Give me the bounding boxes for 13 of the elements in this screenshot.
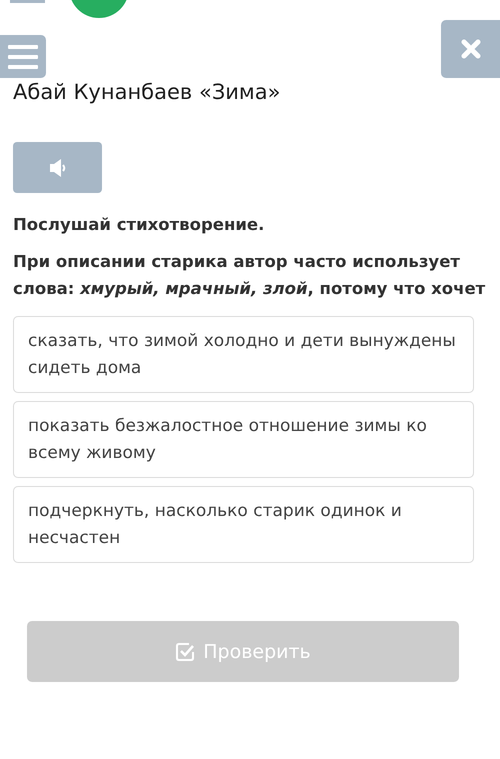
answer-option[interactable]: показать безжалостное отношение зимы ко всему живому [13, 401, 474, 478]
answer-option[interactable]: подчеркнуть, насколько старик одинок и несчастен [13, 486, 474, 563]
menu-icon [8, 44, 38, 68]
audio-button[interactable] [13, 142, 102, 193]
menu-button[interactable] [0, 35, 46, 78]
instruction-text: Послушай стихотворение. [13, 215, 266, 234]
close-button[interactable] [441, 20, 500, 78]
speaker-icon [50, 158, 66, 178]
question-text: При описании старика автор часто использует слова: хмурый, мрачный, злой, потому что хочет [13, 251, 486, 300]
close-icon [460, 39, 480, 59]
checkbox-icon [175, 642, 196, 662]
answer-option[interactable]: сказать, что зимой холодно и дети вынуждены сидеть дома [13, 316, 474, 393]
page-title: Абай Кунанбаев «Зима» [13, 80, 282, 104]
